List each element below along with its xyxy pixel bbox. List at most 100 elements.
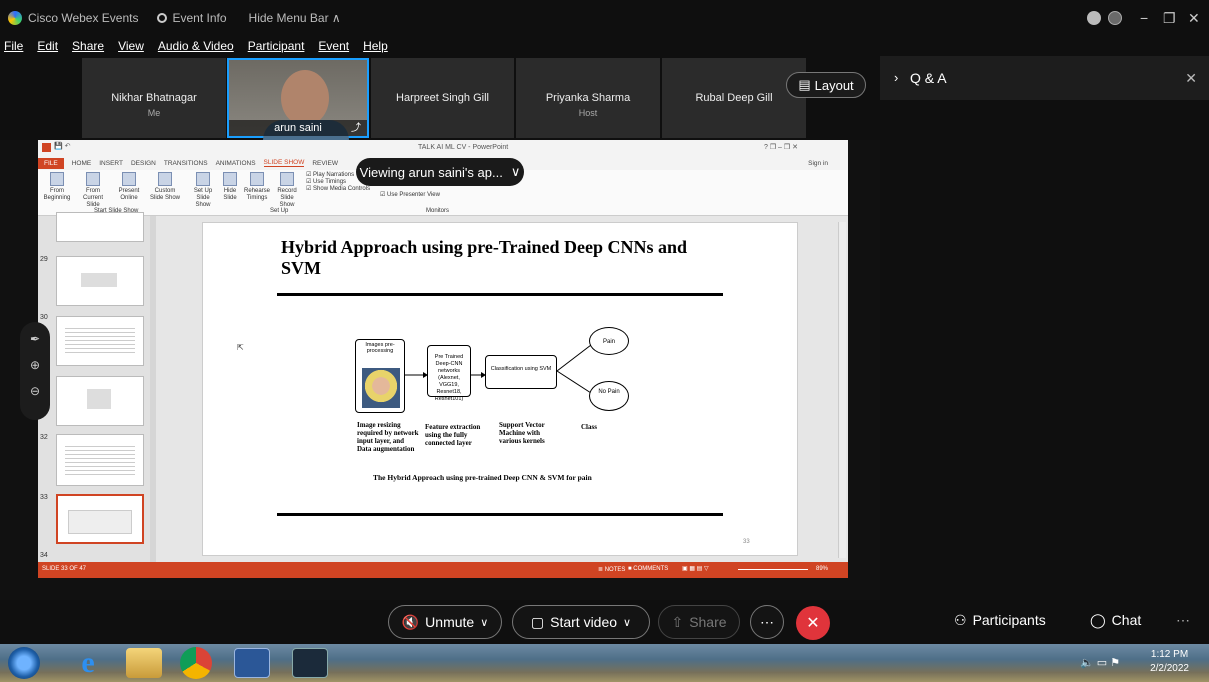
participant-tile[interactable]: Priyanka Sharma Host <box>516 58 660 138</box>
ribbon-setup-slide-show[interactable]: Set Up Slide Show <box>188 172 218 209</box>
ribbon-hide-slide[interactable]: Hide Slide <box>218 172 242 202</box>
minimize-button[interactable]: − <box>1140 10 1148 26</box>
slide-scrollbar[interactable] <box>838 222 846 558</box>
more-options-button[interactable]: ⋯ <box>750 605 784 639</box>
slide-thumbnail[interactable] <box>56 212 144 242</box>
menu-audio-video[interactable]: Audio & Video <box>158 39 234 53</box>
ppt-tab-review[interactable]: REVIEW <box>312 160 338 167</box>
shared-screen: 💾 ↶ TALK AI ML CV - PowerPoint ? ❒ – ❒ ✕… <box>38 140 848 578</box>
zoom-in-icon[interactable]: ⊕ <box>20 358 50 372</box>
active-speaker-tile[interactable]: arun saini ⤴ <box>227 58 369 140</box>
menu-share[interactable]: Share <box>72 39 104 53</box>
ppt-tab-design[interactable]: DESIGN <box>131 160 156 167</box>
powerpoint-icon <box>42 143 51 152</box>
custom-show-icon <box>158 172 172 186</box>
start-video-label: Start video <box>550 614 618 630</box>
ribbon-present-online[interactable]: Present Online <box>112 172 146 202</box>
notes-label: NOTES <box>604 567 626 573</box>
menu-help[interactable]: Help <box>363 39 388 53</box>
event-info-button[interactable]: Event Info <box>156 11 227 25</box>
ppt-tab-insert[interactable]: INSERT <box>99 160 123 167</box>
chevron-down-icon: ∨ <box>510 164 521 179</box>
ppt-tab-slide-show[interactable]: SLIDE SHOW <box>263 159 305 167</box>
ribbon-record-slide-show[interactable]: Record Slide Show <box>272 172 302 209</box>
zoom-slider[interactable] <box>738 569 808 570</box>
system-clock[interactable]: 1:12 PM 2/2/2022 <box>1150 648 1189 676</box>
menu-edit[interactable]: Edit <box>37 39 58 53</box>
checkbox-presenter-view[interactable]: ☑ Use Presenter View <box>380 192 460 199</box>
close-icon[interactable]: ✕ <box>1185 70 1197 87</box>
layout-button[interactable]: ▤ Layout <box>786 72 866 98</box>
record-icon <box>280 172 294 186</box>
thumb-diagram <box>68 510 132 534</box>
network-icon[interactable] <box>1108 11 1122 25</box>
overflow-menu-button[interactable]: ⋯ <box>1176 612 1190 629</box>
menu-file[interactable]: File <box>4 39 23 53</box>
viewing-share-banner[interactable]: Viewing arun saini's ap... ∨ <box>356 158 524 186</box>
checkbox-show-media-controls[interactable]: ☑ Show Media Controls <box>306 186 376 193</box>
ribbon-from-beginning[interactable]: From Beginning <box>40 172 74 202</box>
qa-panel-header[interactable]: › Q & A ✕ <box>880 56 1209 100</box>
thumb-diagram <box>81 273 117 287</box>
ppt-window-controls[interactable]: ? ❒ – ❒ ✕ <box>764 143 798 151</box>
start-video-button[interactable]: ▢ Start video ∨ <box>512 605 650 639</box>
slide-thumbnail-selected[interactable] <box>56 494 144 544</box>
start-menu-icon[interactable] <box>8 647 40 679</box>
menu-view[interactable]: View <box>118 39 144 53</box>
ppt-status-bar: SLIDE 33 OF 47 ≣ NOTES ■ COMMENTS ▣ ▦ ▤ … <box>38 562 848 578</box>
participant-tile[interactable]: Rubal Deep Gill <box>662 58 806 138</box>
comments-button[interactable]: ■ COMMENTS <box>628 566 668 572</box>
close-window-button[interactable]: ✕ <box>1188 10 1200 27</box>
internet-explorer-icon[interactable]: e <box>70 648 106 678</box>
hide-menu-bar-button[interactable]: Hide Menu Bar ∧ <box>249 11 341 25</box>
maximize-button[interactable]: ❐ <box>1163 10 1176 27</box>
slide-thumbnail[interactable] <box>56 434 144 486</box>
ppt-tab-home[interactable]: HOME <box>72 160 92 167</box>
menu-participant[interactable]: Participant <box>248 39 305 53</box>
quick-access-icon[interactable]: 💾 ↶ <box>54 142 71 150</box>
share-icon[interactable]: ⤴ <box>351 119 361 134</box>
share-icon: ⇧ <box>671 613 684 630</box>
webex-taskbar-icon[interactable] <box>292 648 328 678</box>
slideshow-icon <box>86 172 100 186</box>
ribbon-rehearse-timings[interactable]: Rehearse Timings <box>242 172 272 202</box>
menu-bar: File Edit Share View Audio & Video Parti… <box>0 36 1209 56</box>
chevron-down-icon: ∨ <box>480 616 489 629</box>
notes-button[interactable]: ≣ NOTES <box>598 566 625 573</box>
checkbox-label: Play Narrations <box>313 172 355 178</box>
menu-event[interactable]: Event <box>318 39 349 53</box>
annotate-icon[interactable]: ✒ <box>20 332 50 346</box>
thumb-text <box>65 325 135 355</box>
system-tray-icons[interactable]: 🔈 ▭ ⚑ <box>1080 656 1120 669</box>
file-explorer-icon[interactable] <box>126 648 162 678</box>
view-buttons[interactable]: ▣ ▦ ▤ ▽ <box>682 565 709 572</box>
diagram-caption-4: Class <box>581 423 597 431</box>
ppt-tab-animations[interactable]: ANIMATIONS <box>216 160 256 167</box>
participant-tile[interactable]: Harpreet Singh Gill <box>371 58 514 138</box>
slide-thumbnail[interactable] <box>56 316 144 366</box>
status-icon[interactable] <box>1087 11 1101 25</box>
chrome-icon[interactable] <box>180 647 212 679</box>
slide-thumbnail[interactable] <box>56 256 144 306</box>
word-icon[interactable] <box>234 648 270 678</box>
chevron-right-icon: › <box>894 70 899 85</box>
share-button[interactable]: ⇧ Share <box>658 605 740 639</box>
thumbnail-scrollbar[interactable] <box>150 216 156 562</box>
leave-meeting-button[interactable]: ✕ <box>796 606 830 640</box>
app-name: Cisco Webex Events <box>28 11 139 25</box>
chat-button[interactable]: ◯ Chat <box>1090 612 1141 629</box>
zoom-out-icon[interactable]: ⊖ <box>20 384 50 398</box>
ppt-tab-file[interactable]: FILE <box>38 157 64 169</box>
event-info-label: Event Info <box>172 11 227 25</box>
zoom-level: 89% <box>816 566 829 572</box>
participant-tile[interactable]: Nikhar Bhatnagar Me <box>82 58 226 138</box>
slide-thumbnail[interactable] <box>56 376 144 426</box>
participants-button[interactable]: ⚇ Participants <box>954 612 1046 629</box>
ppt-tab-transitions[interactable]: TRANSITIONS <box>164 160 208 167</box>
unmute-button[interactable]: 🔇 Unmute ∨ <box>388 605 502 639</box>
diagram-oval-no-pain: No Pain <box>589 381 629 411</box>
ppt-sign-in[interactable]: Sign in <box>808 160 828 167</box>
ribbon-from-current[interactable]: From Current Slide <box>76 172 110 209</box>
ribbon-custom-slide-show[interactable]: Custom Slide Show <box>148 172 182 202</box>
participant-name: Nikhar Bhatnagar <box>111 92 197 104</box>
